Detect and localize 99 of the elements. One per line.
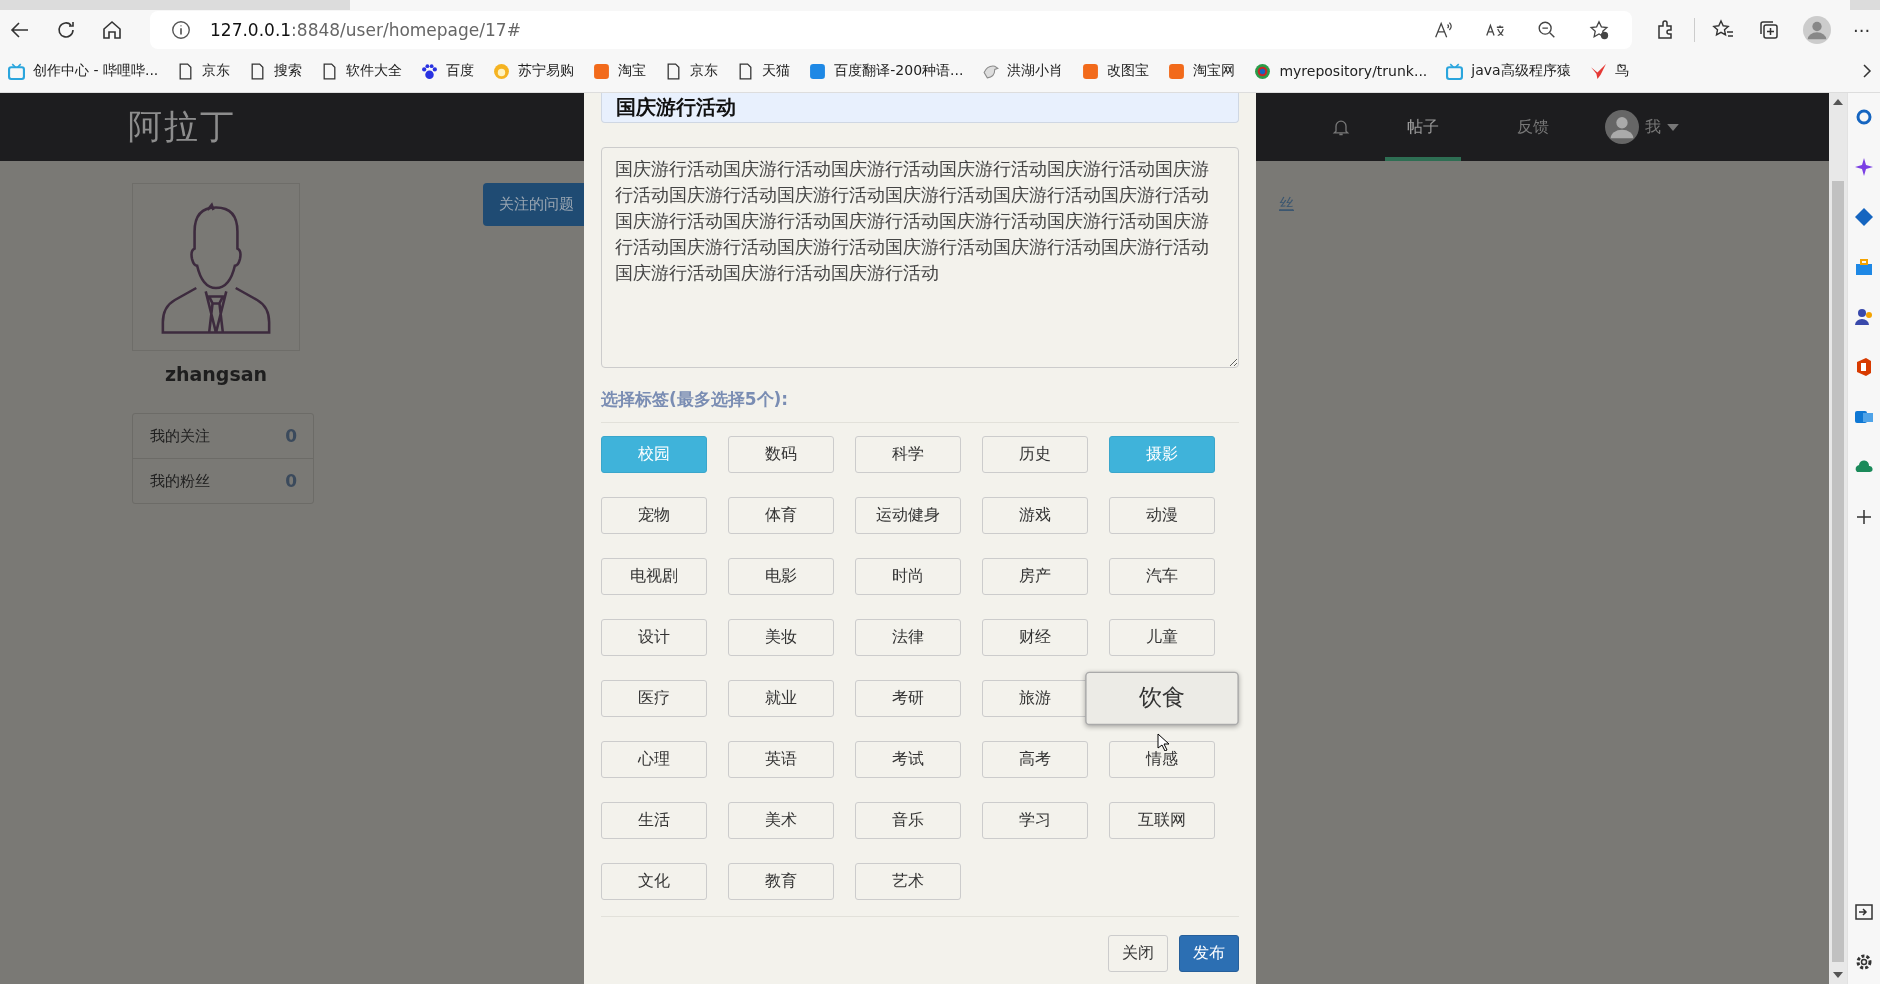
scrollbar[interactable] bbox=[1829, 93, 1847, 984]
bookmark[interactable]: 天猫 bbox=[737, 62, 791, 80]
tag-button[interactable]: 互联网 bbox=[1109, 802, 1215, 839]
diamond-icon[interactable] bbox=[1854, 207, 1874, 227]
tag-button[interactable]: 体育 bbox=[728, 497, 834, 534]
bookmark[interactable]: 百度 bbox=[421, 62, 475, 80]
search-icon[interactable] bbox=[1854, 107, 1874, 127]
bookmark-icon bbox=[809, 62, 827, 80]
caret-icon bbox=[1667, 123, 1679, 131]
bookmark-icon bbox=[1082, 62, 1100, 80]
title-field[interactable]: 国庆游行活动 bbox=[601, 93, 1239, 123]
bookmark-icon bbox=[1168, 62, 1186, 80]
sparkle-icon[interactable] bbox=[1854, 157, 1874, 177]
home-icon[interactable] bbox=[100, 18, 124, 42]
scroll-up-icon[interactable] bbox=[1833, 99, 1843, 105]
tag-button[interactable]: 时尚 bbox=[855, 558, 961, 595]
panel-icon[interactable] bbox=[1854, 902, 1874, 922]
bookmark-icon bbox=[1446, 62, 1464, 80]
info-icon[interactable] bbox=[170, 19, 192, 41]
avatar-icon[interactable] bbox=[1605, 110, 1639, 144]
tag-button[interactable]: 音乐 bbox=[855, 802, 961, 839]
close-button[interactable]: 关闭 bbox=[1108, 935, 1168, 972]
tag-button[interactable]: 法律 bbox=[855, 619, 961, 656]
tag-button[interactable]: 游戏 bbox=[982, 497, 1088, 534]
username: zhangsan bbox=[163, 363, 269, 385]
bookmark[interactable]: 淘宝网 bbox=[1168, 62, 1236, 80]
add-favorite-icon[interactable] bbox=[1588, 19, 1610, 41]
site-logo[interactable]: 阿拉丁 bbox=[128, 104, 236, 150]
briefcase-icon[interactable] bbox=[1854, 257, 1874, 277]
bookmark[interactable]: 京东 bbox=[665, 62, 719, 80]
tag-button[interactable]: 宠物 bbox=[601, 497, 707, 534]
tag-button[interactable]: 儿童 bbox=[1109, 619, 1215, 656]
office-icon[interactable] bbox=[1854, 357, 1874, 377]
tag-button[interactable]: 教育 bbox=[728, 863, 834, 900]
bookmark[interactable]: 创作中心 - 哔哩哔... bbox=[8, 62, 159, 80]
tag-button[interactable]: 旅游 bbox=[982, 680, 1088, 717]
people-icon[interactable] bbox=[1854, 307, 1874, 327]
user-menu[interactable]: 我 bbox=[1645, 93, 1679, 161]
url-text: 127.0.0.1:8848/user/homepage/17# bbox=[210, 20, 522, 40]
tag-button[interactable]: 心理 bbox=[601, 741, 707, 778]
scroll-down-icon[interactable] bbox=[1833, 972, 1843, 978]
tags-label: 选择标签(最多选择5个): bbox=[601, 388, 1239, 423]
stats-item[interactable]: 我的粉丝 0 bbox=[133, 458, 313, 503]
tag-button[interactable]: 科学 bbox=[855, 436, 961, 473]
profile-icon[interactable] bbox=[1803, 16, 1831, 44]
tag-button[interactable]: 英语 bbox=[728, 741, 834, 778]
tag-button[interactable]: 生活 bbox=[601, 802, 707, 839]
bookmark-icon bbox=[421, 62, 439, 80]
tag-button[interactable]: 就业 bbox=[728, 680, 834, 717]
nav-link[interactable]: 帖子 bbox=[1385, 93, 1461, 161]
publish-button[interactable]: 发布 bbox=[1179, 935, 1239, 972]
tag-button[interactable]: 电视剧 bbox=[601, 558, 707, 595]
tag-button[interactable]: 设计 bbox=[601, 619, 707, 656]
bookmark[interactable]: 京东 bbox=[177, 62, 231, 80]
scrollbar-thumb[interactable] bbox=[1832, 181, 1844, 962]
tag-button[interactable]: 美术 bbox=[728, 802, 834, 839]
address-bar[interactable]: 127.0.0.1:8848/user/homepage/17# bbox=[150, 11, 1632, 49]
cursor-icon bbox=[1157, 733, 1169, 751]
tag-button[interactable]: 文化 bbox=[601, 863, 707, 900]
tag-button[interactable]: 情感 bbox=[1109, 741, 1215, 778]
tag-button[interactable]: 动漫 bbox=[1109, 497, 1215, 534]
add-icon[interactable] bbox=[1854, 507, 1874, 527]
settings-icon[interactable] bbox=[1854, 952, 1874, 972]
bookmark[interactable]: 鸟 bbox=[1589, 62, 1629, 80]
tag-button[interactable]: 历史 bbox=[982, 436, 1088, 473]
bookmark-icon bbox=[982, 62, 1000, 80]
bookmark-icon bbox=[8, 62, 25, 80]
tag-button[interactable]: 房产 bbox=[982, 558, 1088, 595]
tag-button[interactable]: 汽车 bbox=[1109, 558, 1215, 595]
tag-button[interactable]: 电影 bbox=[728, 558, 834, 595]
tag-button[interactable]: 美妆 bbox=[728, 619, 834, 656]
more-button[interactable]: ··· bbox=[1853, 19, 1871, 41]
tag-button[interactable]: 考研 bbox=[855, 680, 961, 717]
bookmark-icon bbox=[1254, 62, 1272, 80]
bookmark[interactable]: 苏宁易购 bbox=[493, 62, 575, 80]
tag-button[interactable]: 高考 bbox=[982, 741, 1088, 778]
bookmark[interactable]: 软件大全 bbox=[321, 62, 403, 80]
content-field[interactable]: 国庆游行活动国庆游行活动国庆游行活动国庆游行活动国庆游行活动国庆游行活动国庆游行活动国庆游行活动国庆游行活动国庆游行活动国庆游行活动国庆游行活动国庆游行活动国庆游行活动国庆游行活动国庆游行活动国庆游行活动国庆游行活动国庆游行活动国庆游行活动国庆游行活动国庆游行活动国庆游行活动国庆游行活动国庆游行活动 bbox=[601, 147, 1239, 368]
tag-button[interactable]: 运动健身 bbox=[855, 497, 961, 534]
bookmark[interactable]: java高级程序猿 bbox=[1446, 62, 1571, 80]
tag-button[interactable]: 学习 bbox=[982, 802, 1088, 839]
tag-button[interactable]: 医疗 bbox=[601, 680, 707, 717]
bookmark[interactable]: 百度翻译-200种语... bbox=[809, 62, 964, 80]
tag-button[interactable]: 考试 bbox=[855, 741, 961, 778]
bookmark[interactable]: 淘宝 bbox=[593, 62, 647, 80]
bookmark-icon bbox=[493, 62, 511, 80]
tag-button[interactable]: 饮食 bbox=[1085, 671, 1239, 726]
tag-button[interactable]: 数码 bbox=[728, 436, 834, 473]
nav-link[interactable]: 反馈 bbox=[1495, 93, 1571, 161]
chevron-right-icon[interactable] bbox=[1862, 63, 1872, 79]
collections-icon[interactable] bbox=[1757, 18, 1781, 42]
bookmark[interactable]: myrepository/trunk... bbox=[1254, 62, 1428, 80]
bookmark[interactable]: 洪湖小肖 bbox=[982, 62, 1064, 80]
tag-button[interactable]: 艺术 bbox=[855, 863, 961, 900]
bookmark[interactable]: 改图宝 bbox=[1082, 62, 1150, 80]
bookmark-icon bbox=[593, 62, 611, 80]
bookmark[interactable]: 搜索 bbox=[249, 62, 303, 80]
stats-item[interactable]: 我的关注 0 bbox=[133, 414, 313, 458]
tag-button[interactable]: 财经 bbox=[982, 619, 1088, 656]
